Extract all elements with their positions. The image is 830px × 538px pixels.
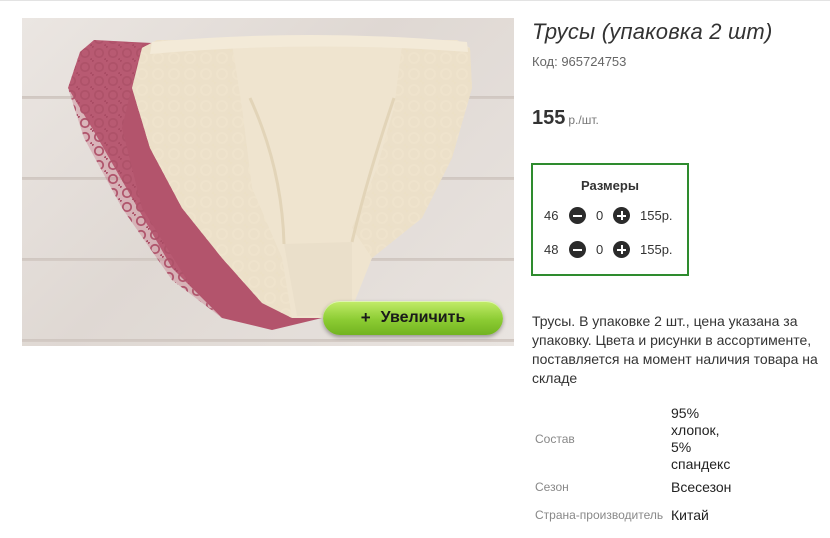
size-price: 155р. <box>640 208 673 223</box>
product-image[interactable]: + Увеличить <box>22 18 514 346</box>
plus-icon: + <box>360 308 371 327</box>
specs-table: Состав 95% хлопок, 5% спандекс Сезон Все… <box>532 405 741 529</box>
size-label: 46 <box>544 208 559 223</box>
quantity-value: 0 <box>596 242 604 257</box>
sizes-title: Размеры <box>581 178 639 193</box>
spec-value: Китай <box>671 506 709 523</box>
sizes-panel: Размеры 46 0 155р. 48 0 155р. <box>531 163 689 276</box>
product-code: Код: 965724753 <box>532 54 627 69</box>
spec-row: Сезон Всесезон <box>532 473 741 501</box>
spec-value: Всесезон <box>671 478 732 495</box>
price-unit: р./шт. <box>568 113 599 127</box>
size-price: 155р. <box>640 242 673 257</box>
top-divider <box>0 0 830 1</box>
price: 155 р./шт. <box>532 107 599 130</box>
size-label: 48 <box>544 242 559 257</box>
spec-label: Сезон <box>535 480 569 494</box>
zoom-button[interactable]: + Увеличить <box>323 301 503 335</box>
product-title: Трусы (упаковка 2 шт) <box>532 19 773 44</box>
spec-row: Страна-производитель Китай <box>532 501 741 529</box>
spec-label: Состав <box>535 432 575 446</box>
increase-quantity-button[interactable] <box>613 241 630 258</box>
spec-label: Страна-производитель <box>535 508 664 522</box>
decrease-quantity-button[interactable] <box>569 241 586 258</box>
spec-value: 95% хлопок, 5% спандекс <box>671 405 731 472</box>
zoom-button-label: Увеличить <box>380 309 466 326</box>
size-row: 48 0 155р. <box>533 241 687 259</box>
spec-row: Состав 95% хлопок, 5% спандекс <box>532 405 741 473</box>
size-row: 46 0 155р. <box>533 207 687 225</box>
increase-quantity-button[interactable] <box>613 207 630 224</box>
quantity-value: 0 <box>596 208 604 223</box>
price-value: 155 <box>532 107 566 129</box>
product-photo-illustration <box>68 35 472 330</box>
product-description: Трусы. В упаковке 2 шт., цена указана за… <box>532 313 818 386</box>
decrease-quantity-button[interactable] <box>569 207 586 224</box>
